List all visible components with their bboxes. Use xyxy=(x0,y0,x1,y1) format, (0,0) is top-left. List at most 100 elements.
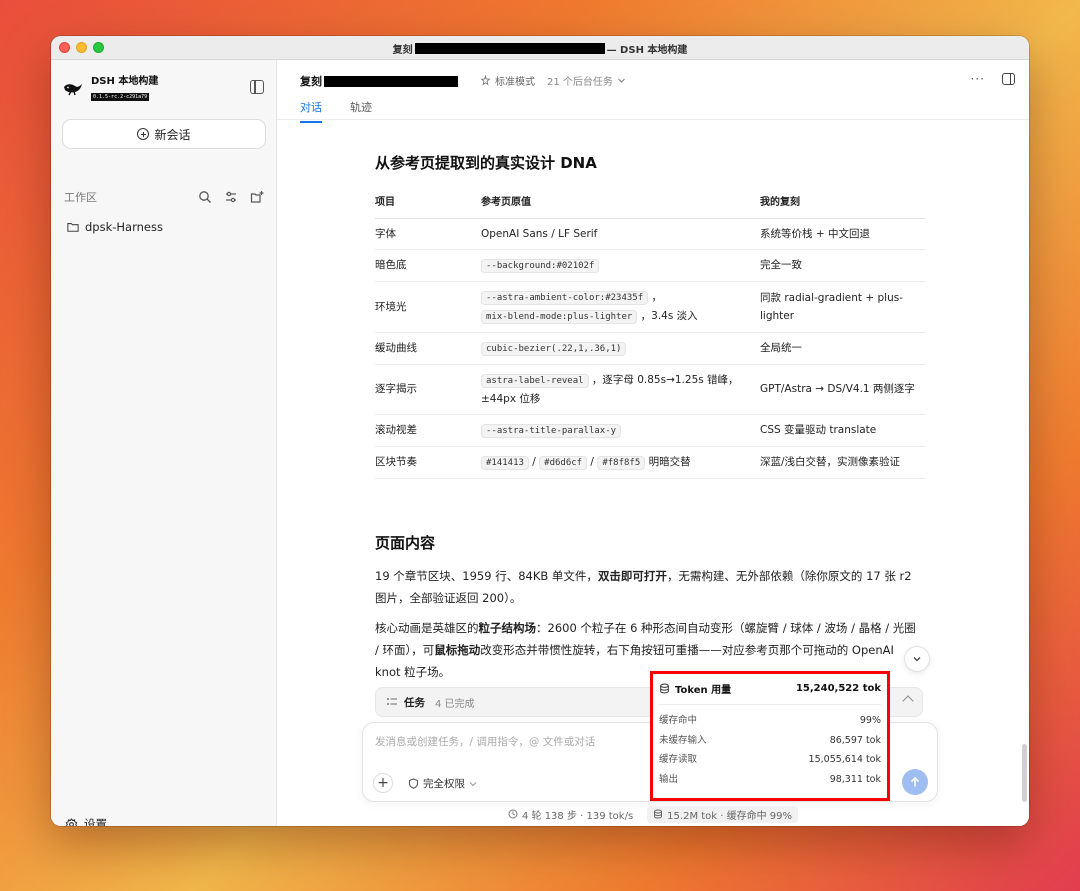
workspace-label: 工作区 xyxy=(64,191,97,204)
attach-plus-button[interactable]: + xyxy=(373,773,393,793)
task-count: 4 已完成 xyxy=(435,698,475,710)
clock-icon xyxy=(508,809,518,819)
more-options-button[interactable]: ··· xyxy=(971,72,985,86)
cell-mine: 全局统一 xyxy=(760,332,925,365)
chevron-down-icon xyxy=(469,781,477,786)
text-segment: ，3.4s 淡入 xyxy=(637,309,698,322)
window-title-prefix: 复刻 xyxy=(392,45,413,56)
inline-code: --astra-title-parallax-y xyxy=(481,423,622,438)
status-bar: 4 轮 138 步 · 139 tok/s 15.2M tok · 缓存命中 9… xyxy=(277,805,1029,823)
cell-item: 区块节奏 xyxy=(375,446,481,479)
cell-item: 逐字揭示 xyxy=(375,364,481,415)
send-button[interactable] xyxy=(902,769,928,795)
right-panel-toggle-icon[interactable] xyxy=(1002,73,1015,85)
token-row-label: 输出 xyxy=(659,773,679,785)
table-row: 缓动曲线 cubic-bezier(.22,1,.36,1) 全局统一 xyxy=(375,332,925,365)
token-row-value: 99% xyxy=(859,715,881,726)
new-chat-button[interactable]: 新会话 xyxy=(62,119,266,149)
permission-label: 完全权限 xyxy=(423,778,465,790)
redaction-bar xyxy=(324,75,458,87)
steps-status: 4 轮 138 步 · 139 tok/s xyxy=(508,807,633,822)
cell-item: 环境光 xyxy=(375,281,481,333)
text-segment: / xyxy=(587,455,598,468)
table-row: 暗色底 --background:#02102f 完全一致 xyxy=(375,249,925,282)
table-header-mine: 我的复刻 xyxy=(760,192,925,219)
filter-sliders-icon[interactable] xyxy=(224,190,238,204)
bold-text: 双击即可打开 xyxy=(597,569,667,583)
folder-label: dpsk-Harness xyxy=(85,220,163,234)
tab-trace[interactable]: 轨迹 xyxy=(350,99,372,123)
conversation-tabs: 对话 轨迹 xyxy=(300,99,372,123)
token-usage-title-group: Token 用量 xyxy=(659,681,731,696)
window-title: 复刻 — DSH 本地构建 xyxy=(51,41,1029,56)
table-body: 字体 OpenAI Sans / LF Serif 系统等价栈 + 中文回退 暗色底 -… xyxy=(375,218,925,479)
text-segment: 核心动画是英雄区的 xyxy=(375,621,479,635)
chevron-up-icon xyxy=(902,695,914,707)
text-segment: 明暗交替 xyxy=(645,455,691,468)
cell-item: 暗色底 xyxy=(375,249,481,282)
cell-reference: --background:#02102f xyxy=(481,249,760,282)
scrollbar[interactable] xyxy=(1022,744,1027,802)
new-chat-label: 新会话 xyxy=(154,127,191,142)
task-label: 任务 xyxy=(404,696,425,709)
window-title-suffix: — DSH 本地构建 xyxy=(606,45,688,56)
steps-text: 4 轮 138 步 · 139 tok/s xyxy=(521,810,634,822)
cell-mine: 深蓝/浅白交替，实测像素验证 xyxy=(760,446,925,479)
brand-text: DSH 本地构建 0.1.5-rc.2-c291a79 xyxy=(91,76,158,101)
background-tasks-label: 21 个后台任务 xyxy=(547,77,613,88)
database-icon xyxy=(654,809,663,819)
search-icon[interactable] xyxy=(198,190,212,204)
tab-chat[interactable]: 对话 xyxy=(300,99,322,123)
cell-item: 滚动视差 xyxy=(375,414,481,447)
design-dna-table: 项目 参考页原值 我的复刻 字体 OpenAI Sans / LF Serif 系统… xyxy=(375,192,925,479)
brand: DSH 本地构建 0.1.5-rc.2-c291a79 xyxy=(63,76,158,101)
cell-reference: #141413 / #d6d6cf / #f8f8f5 明暗交替 xyxy=(481,446,760,479)
arrow-up-icon xyxy=(910,776,920,787)
cell-item: 缓动曲线 xyxy=(375,332,481,365)
dna-heading: 从参考页提取到的真实设计 DNA xyxy=(375,154,597,172)
token-row: 缓存命中 99% xyxy=(659,711,881,731)
mode-selector[interactable]: 标准模式 xyxy=(480,73,535,88)
token-usage-content: Token 用量 15,240,522 tok 缓存命中 99% 未缓存输入 86,… xyxy=(659,680,881,789)
sidebar-toggle-icon[interactable] xyxy=(250,80,264,94)
chevron-down-icon xyxy=(617,78,625,83)
brand-name: DSH 本地构建 xyxy=(91,76,159,87)
page-content-heading: 页面内容 xyxy=(375,534,436,552)
inline-code: astra-label-reveal xyxy=(481,373,589,388)
main-header: 复刻 标准模式 21 个后台任务 ··· 对话 轨迹 xyxy=(277,60,1029,123)
cell-reference: astra-label-reveal ，逐字母 0.85s→1.25s 错峰，±… xyxy=(481,364,760,415)
token-usage-pill[interactable]: 15.2M tok · 缓存命中 99% xyxy=(647,805,799,823)
cell-mine: CSS 变量驱动 translate xyxy=(760,414,925,447)
cell-mine: 系统等价栈 + 中文回退 xyxy=(760,218,925,250)
table-row: 字体 OpenAI Sans / LF Serif 系统等价栈 + 中文回退 xyxy=(375,218,925,250)
inline-code: #d6d6cf xyxy=(539,455,588,470)
mode-icon xyxy=(480,75,491,86)
token-row-value: 86,597 tok xyxy=(829,734,881,746)
workspace-header: 工作区 xyxy=(64,189,264,205)
mode-label: 标准模式 xyxy=(495,77,535,88)
new-folder-icon[interactable] xyxy=(250,190,264,204)
inline-code: --background:#02102f xyxy=(481,258,600,273)
text-segment: 19 个章节区块、1959 行、84KB 单文件， xyxy=(375,569,598,583)
background-tasks-dropdown[interactable]: 21 个后台任务 xyxy=(547,73,626,88)
text-segment: OpenAI Sans / LF Serif xyxy=(481,227,598,240)
composer-placeholder[interactable]: 发消息或创建任务，/ 调用指令，@ 文件或对话 xyxy=(375,734,595,749)
token-row-label: 缓存读取 xyxy=(659,754,698,765)
cell-mine: 完全一致 xyxy=(760,249,925,282)
settings-button[interactable]: 设置 xyxy=(65,816,107,826)
bold-text: 粒子结构场 xyxy=(478,621,537,635)
scroll-to-bottom-button[interactable] xyxy=(904,646,930,672)
workspace-folder-item[interactable]: dpsk-Harness xyxy=(67,220,163,234)
cell-reference: cubic-bezier(.22,1,.36,1) xyxy=(481,332,760,365)
chevron-down-icon xyxy=(913,657,921,662)
table-row: 环境光 --astra-ambient-color:#23435f ， mix-bl… xyxy=(375,281,925,333)
brand-version: 0.1.5-rc.2-c291a79 xyxy=(91,93,150,101)
table-header-item: 项目 xyxy=(375,192,481,219)
token-usage-popover: Token 用量 15,240,522 tok 缓存命中 99% 未缓存输入 86,… xyxy=(650,671,890,801)
title-bar: 复刻 — DSH 本地构建 xyxy=(51,36,1029,60)
settings-label: 设置 xyxy=(84,817,107,826)
plus-circle-icon xyxy=(137,128,150,140)
conversation-title-text: 复刻 xyxy=(300,75,322,88)
message-content: 从参考页提取到的真实设计 DNA 项目 参考页原值 我的复刻 字体 OpenAI … xyxy=(375,120,925,720)
permission-selector[interactable]: 完全权限 xyxy=(408,776,477,791)
